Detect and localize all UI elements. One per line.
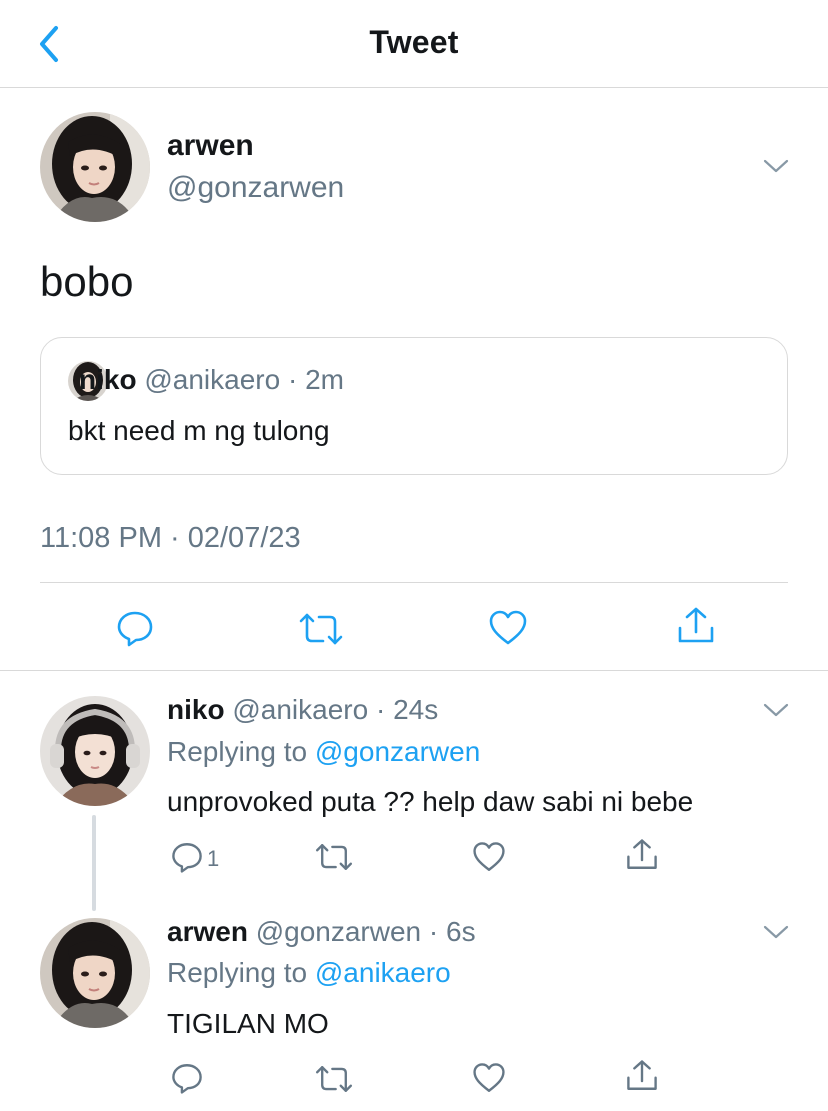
reply-time: 24s	[393, 694, 439, 725]
reply-time: 6s	[446, 916, 476, 947]
mention-link[interactable]: @anikaero	[315, 957, 451, 988]
reply-text: TIGILAN MO	[167, 1008, 329, 1039]
replying-label: Replying to	[167, 957, 308, 988]
retweet-icon	[315, 844, 353, 870]
quoted-time: 2m	[305, 364, 344, 395]
reply-icon	[117, 611, 153, 647]
like-button[interactable]	[472, 840, 506, 874]
retweet-button[interactable]	[314, 1063, 354, 1095]
like-icon	[473, 1063, 505, 1092]
dot-separator: ·	[421, 916, 447, 947]
like-icon	[489, 610, 527, 645]
more-options-button[interactable]	[762, 156, 790, 176]
reply-header: arwen @gonzarwen · 6s	[167, 916, 476, 948]
retweet-button[interactable]	[298, 610, 344, 648]
more-options-button[interactable]	[762, 922, 790, 942]
quoted-name: niko	[79, 364, 137, 395]
chevron-down-icon	[763, 925, 789, 939]
divider	[0, 670, 828, 671]
like-button[interactable]	[488, 608, 528, 648]
more-options-button[interactable]	[762, 700, 790, 720]
divider	[40, 582, 788, 583]
replying-to: Replying to @anikaero	[167, 957, 451, 989]
quoted-text: bkt need m ng tulong	[68, 415, 330, 446]
dot-separator: ·	[280, 364, 306, 395]
top-bar: Tweet	[0, 0, 828, 88]
reply-author-handle[interactable]: @gonzarwen	[256, 916, 421, 947]
share-button[interactable]	[676, 606, 716, 646]
avatar[interactable]	[40, 696, 150, 806]
chevron-down-icon	[763, 159, 789, 173]
like-button[interactable]	[472, 1061, 506, 1095]
quoted-tweet-card[interactable]	[40, 337, 788, 475]
reply-author-handle[interactable]: @anikaero	[232, 694, 368, 725]
avatar[interactable]	[40, 918, 150, 1028]
share-button[interactable]	[625, 1059, 659, 1093]
author-name[interactable]: arwen	[167, 129, 254, 163]
reply-button[interactable]	[170, 1061, 204, 1095]
quoted-header: niko @anikaero · 2m	[79, 364, 344, 396]
quoted-handle: @anikaero	[144, 364, 281, 395]
reply-icon	[172, 843, 202, 873]
reply-text: unprovoked puta ?? help daw sabi ni bebe	[167, 786, 694, 817]
replying-label: Replying to	[167, 736, 308, 767]
reply-button[interactable]	[115, 608, 155, 648]
like-icon	[473, 842, 505, 871]
reply-count: 1	[207, 846, 220, 871]
reply-author-name[interactable]: niko	[167, 694, 225, 725]
reply-button[interactable]	[170, 840, 204, 874]
retweet-icon	[315, 1066, 353, 1092]
share-button[interactable]	[625, 838, 659, 872]
share-icon	[678, 607, 714, 643]
replying-to: Replying to @gonzarwen	[167, 736, 480, 768]
reply-icon	[172, 1064, 202, 1094]
tweet-timestamp: 11:08 PM · 02/07/23	[40, 522, 301, 554]
tweet-text: bobo	[40, 258, 134, 305]
reply-author-name[interactable]: arwen	[167, 916, 248, 947]
avatar[interactable]	[40, 112, 150, 222]
retweet-icon	[299, 613, 343, 645]
share-icon	[627, 839, 657, 869]
author-handle[interactable]: @gonzarwen	[167, 171, 344, 205]
page-title: Tweet	[369, 24, 459, 60]
retweet-button[interactable]	[314, 841, 354, 873]
chevron-down-icon	[763, 703, 789, 717]
thread-connector	[92, 815, 96, 911]
reply-header: niko @anikaero · 24s	[167, 694, 438, 726]
share-icon	[627, 1060, 657, 1090]
dot-separator: ·	[368, 694, 394, 725]
mention-link[interactable]: @gonzarwen	[315, 736, 480, 767]
